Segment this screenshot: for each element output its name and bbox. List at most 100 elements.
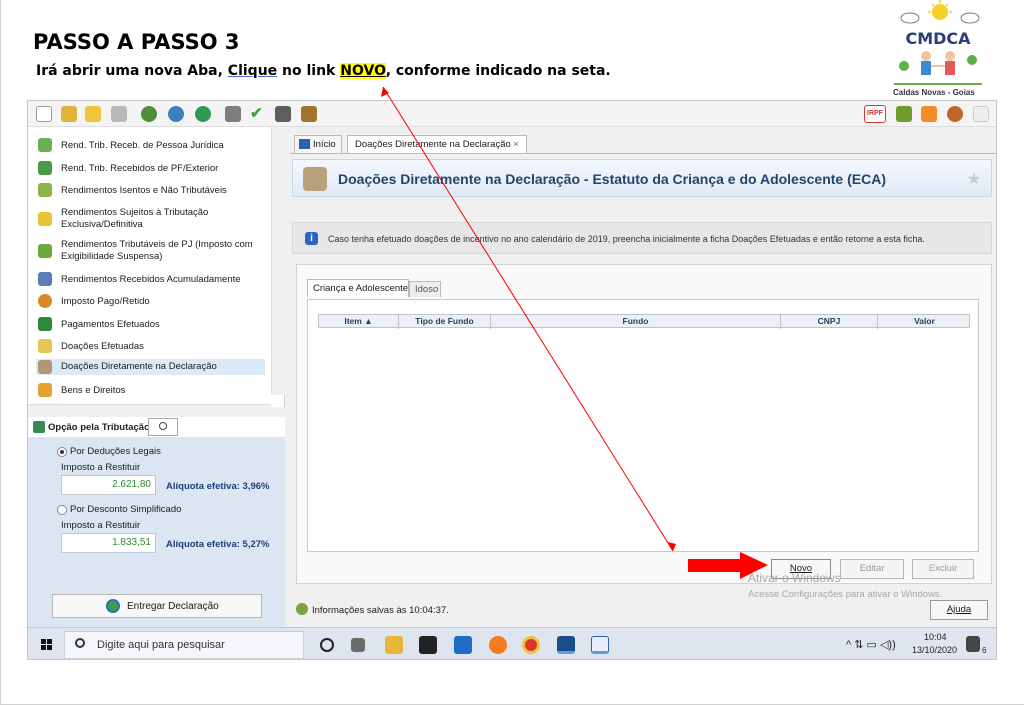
taskbar-search-box[interactable]: Digite aqui para pesquisar: [64, 631, 304, 659]
option-simplificado-value: 1.833,51: [61, 533, 156, 553]
table-header: Item ▲ Tipo de Fundo Fundo CNPJ Valor: [318, 314, 971, 329]
windows-start-icon[interactable]: [41, 639, 53, 651]
instruction-after: , conforme indicado na seta.: [385, 63, 611, 79]
logo-flower-right: [967, 55, 977, 65]
col-cnpj[interactable]: CNPJ: [781, 315, 878, 329]
file-explorer-icon[interactable]: [385, 636, 403, 654]
task-view-icon[interactable]: [351, 638, 365, 652]
windows-activation-watermark: Ativar o Windows: [748, 571, 841, 585]
irpf-logo-icon: IRPF: [864, 105, 886, 123]
option-deducoes-rate: Alíquota efetiva: 3,96%: [166, 481, 270, 492]
editar-button[interactable]: Editar: [840, 559, 904, 579]
search-icon: [75, 638, 85, 648]
page-title: Doações Diretamente na Declaração - Esta…: [338, 171, 886, 187]
sidebar-vertical-scrollbar[interactable]: [271, 127, 285, 395]
folder-icon[interactable]: [85, 106, 101, 122]
donations-panel: Criança e Adolescente Idoso Item ▲ Tipo …: [296, 264, 992, 584]
sync-icon[interactable]: [168, 106, 184, 122]
col-valor[interactable]: Valor: [878, 315, 971, 329]
chat-icon[interactable]: [896, 106, 912, 122]
info-banner: i Caso tenha efetuado doações de incenti…: [292, 222, 992, 254]
logo-sun: [932, 4, 948, 20]
book-icon[interactable]: [301, 106, 317, 122]
print-icon[interactable]: [225, 106, 241, 122]
income-icon: [38, 138, 52, 152]
notification-count: 6: [982, 646, 987, 655]
irpf-app-icon[interactable]: [557, 636, 575, 654]
sidebar-horizontal-scrollbar[interactable]: [28, 404, 271, 416]
save-status: Informações salvas às 10:04:37.: [296, 603, 449, 616]
document-icon: [38, 183, 52, 197]
windows-activation-hint: Acesse Configurações para ativar o Windo…: [748, 589, 943, 600]
info-icon: i: [305, 232, 318, 245]
deliver-icon: [106, 599, 120, 613]
help-icon[interactable]: [973, 106, 989, 122]
tab-close-icon[interactable]: ×: [513, 139, 519, 150]
pointer-arrow-head-top: [381, 87, 389, 97]
tax-option-icon: [33, 421, 45, 433]
logo-flower-left: [899, 61, 909, 71]
logo-child-head-right: [945, 51, 955, 61]
home-icon[interactable]: [921, 106, 937, 122]
clock-date: 13/10/2020: [912, 645, 958, 655]
entregar-declaracao-button[interactable]: Entregar Declaração: [52, 594, 262, 618]
new-document-icon[interactable]: [36, 106, 52, 122]
sidebar-navigation: Rend. Trib. Receb. de Pessoa Jurídica Re…: [28, 127, 285, 407]
assets-icon: [38, 383, 52, 397]
col-item[interactable]: Item ▲: [319, 315, 399, 329]
check-icon[interactable]: ✔: [250, 106, 266, 122]
document-icon: [38, 272, 52, 286]
excluir-button[interactable]: Excluir: [912, 559, 974, 579]
income-icon: [38, 244, 52, 258]
cortana-icon[interactable]: [320, 638, 334, 652]
chrome-icon[interactable]: [522, 636, 540, 654]
instruction-middle: no link: [277, 63, 336, 79]
tab-inicio[interactable]: Início: [294, 135, 342, 153]
income-icon: [38, 161, 52, 175]
ajuda-button[interactable]: Ajuda: [930, 600, 988, 620]
instruction-novo: NOVO: [340, 63, 386, 79]
logo-child-body-left: [921, 61, 931, 75]
saved-check-icon: [296, 603, 308, 615]
logo-cloud-right: [960, 12, 980, 24]
tab-doacoes-diretamente[interactable]: Doações Diretamente na Declaração ×: [347, 135, 527, 153]
notifications-icon[interactable]: [966, 636, 980, 652]
subtab-idoso[interactable]: Idoso: [409, 281, 441, 297]
radio-desconto-simplificado[interactable]: [57, 505, 67, 515]
favorite-star-icon[interactable]: ★: [967, 169, 981, 189]
settings-icon[interactable]: [947, 106, 963, 122]
sidebar-item-doacoes-diretamente[interactable]: Doações Diretamente na Declaração: [36, 359, 265, 375]
radio-deducoes-legais[interactable]: [57, 447, 67, 457]
clock-time: 10:04: [924, 632, 947, 642]
main-content: Início Doações Diretamente na Declaração…: [290, 127, 996, 627]
info-text: Caso tenha efetuado doações de incentivo…: [328, 234, 925, 244]
firefox-icon[interactable]: [489, 636, 507, 654]
home-tab-icon: [299, 139, 310, 149]
donations-table: Item ▲ Tipo de Fundo Fundo CNPJ Valor: [307, 299, 979, 552]
option-deducoes-sublabel: Imposto a Restituir: [61, 462, 141, 473]
subtab-crianca-adolescente[interactable]: Criança e Adolescente: [307, 279, 409, 297]
word-icon[interactable]: [591, 636, 609, 654]
globe-icon[interactable]: [195, 106, 211, 122]
col-tipo-fundo[interactable]: Tipo de Fundo: [399, 315, 491, 329]
instruction-clique: Clique: [227, 63, 278, 79]
store-icon[interactable]: [419, 636, 437, 654]
col-fundo[interactable]: Fundo: [491, 315, 781, 329]
logo-child-body-right: [945, 61, 955, 75]
transfer-icon[interactable]: [141, 106, 157, 122]
warning-document-icon: [38, 212, 52, 226]
logo-text: CMDCA: [905, 29, 971, 48]
instruction-before: Irá abrir uma nova Aba,: [36, 63, 223, 79]
trash-icon[interactable]: [111, 106, 127, 122]
option-deducoes-value: 2.621,80: [61, 475, 156, 495]
mail-icon[interactable]: [454, 636, 472, 654]
tax-search-button[interactable]: [148, 418, 178, 436]
page-heading: PASSO A PASSO 3: [33, 30, 240, 54]
main-toolbar: ✔ IRPF: [28, 101, 996, 127]
instruction-text: Irá abrir uma nova Aba, Clique no link N…: [36, 63, 611, 79]
page-header: Doações Diretamente na Declaração - Esta…: [292, 159, 992, 197]
tray-icons[interactable]: ^ ⇅ ▭ ◁)): [846, 638, 896, 651]
option-deducoes-label: Por Deduções Legais: [70, 446, 161, 457]
open-folder-icon[interactable]: [61, 106, 77, 122]
calculator-icon[interactable]: [275, 106, 291, 122]
